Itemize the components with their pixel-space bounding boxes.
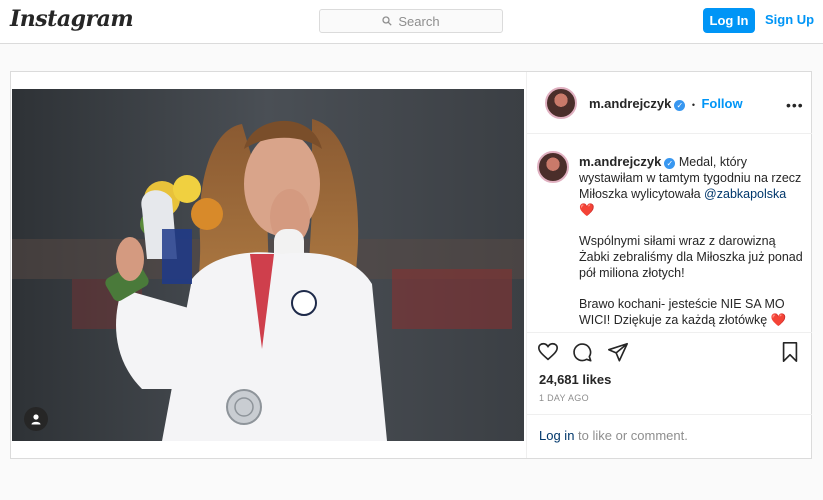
search-input[interactable]: Search xyxy=(319,9,503,33)
post-header-user: m.andrejczyk ✓ • Follow xyxy=(589,95,743,113)
more-options-icon[interactable]: ••• xyxy=(786,97,804,113)
mention-link[interactable]: @zabkapolska xyxy=(704,187,786,201)
avatar[interactable] xyxy=(545,87,577,119)
post-card: m.andrejczyk ✓ • Follow ••• m.andrejczyk ✓… xyxy=(10,71,812,459)
heart-emoji: ❤️ xyxy=(579,203,595,217)
likes-label: likes xyxy=(582,372,612,387)
comment-login-link[interactable]: Log in xyxy=(539,428,574,443)
follow-button[interactable]: Follow xyxy=(701,96,742,111)
post-photo-illustration xyxy=(12,89,524,441)
post-timestamp[interactable]: 1 DAY AGO xyxy=(539,393,589,403)
post-sidebar: m.andrejczyk ✓ • Follow ••• m.andrejczyk ✓… xyxy=(526,72,812,458)
likes-count[interactable]: 24,681 likes xyxy=(539,372,611,387)
bookmark-icon[interactable] xyxy=(779,341,801,363)
dot-separator: • xyxy=(691,100,695,110)
caption-text-2: Wspólnymi siłami wraz z darowizną Żabki … xyxy=(579,234,803,280)
caption-text-3: Brawo kochani- jesteście NIE SA MO WICI!… xyxy=(579,297,785,327)
signup-link[interactable]: Sign Up xyxy=(765,12,814,27)
comment-login-bar: Log in to like or comment. xyxy=(527,414,812,458)
comment-icon[interactable] xyxy=(571,341,593,363)
like-heart-icon[interactable] xyxy=(537,341,559,363)
post-image[interactable] xyxy=(12,89,524,441)
heart-emoji: ❤️ xyxy=(770,313,787,327)
top-navbar: Instagram Search Log In Sign Up xyxy=(0,0,823,44)
post-header: m.andrejczyk ✓ • Follow ••• xyxy=(527,72,812,134)
post-caption: m.andrejczyk ✓ Medal, który wystawiłam w … xyxy=(579,154,804,343)
user-icon xyxy=(31,414,41,425)
caption-avatar[interactable] xyxy=(537,151,569,183)
instagram-logo[interactable]: Instagram xyxy=(10,6,134,32)
verified-badge-icon: ✓ xyxy=(674,100,686,111)
search-icon xyxy=(382,16,393,26)
search-placeholder: Search xyxy=(398,13,440,29)
post-actions: 24,681 likes 1 DAY AGO xyxy=(527,332,812,414)
tagged-users-button[interactable] xyxy=(24,407,48,431)
likes-number: 24,681 xyxy=(539,372,579,387)
caption-username[interactable]: m.andrejczyk xyxy=(579,154,661,169)
share-icon[interactable] xyxy=(607,341,629,363)
username-link[interactable]: m.andrejczyk xyxy=(589,96,671,111)
login-button[interactable]: Log In xyxy=(703,8,755,33)
verified-badge-icon: ✓ xyxy=(664,158,676,169)
comment-login-text: to like or comment. xyxy=(574,428,688,443)
